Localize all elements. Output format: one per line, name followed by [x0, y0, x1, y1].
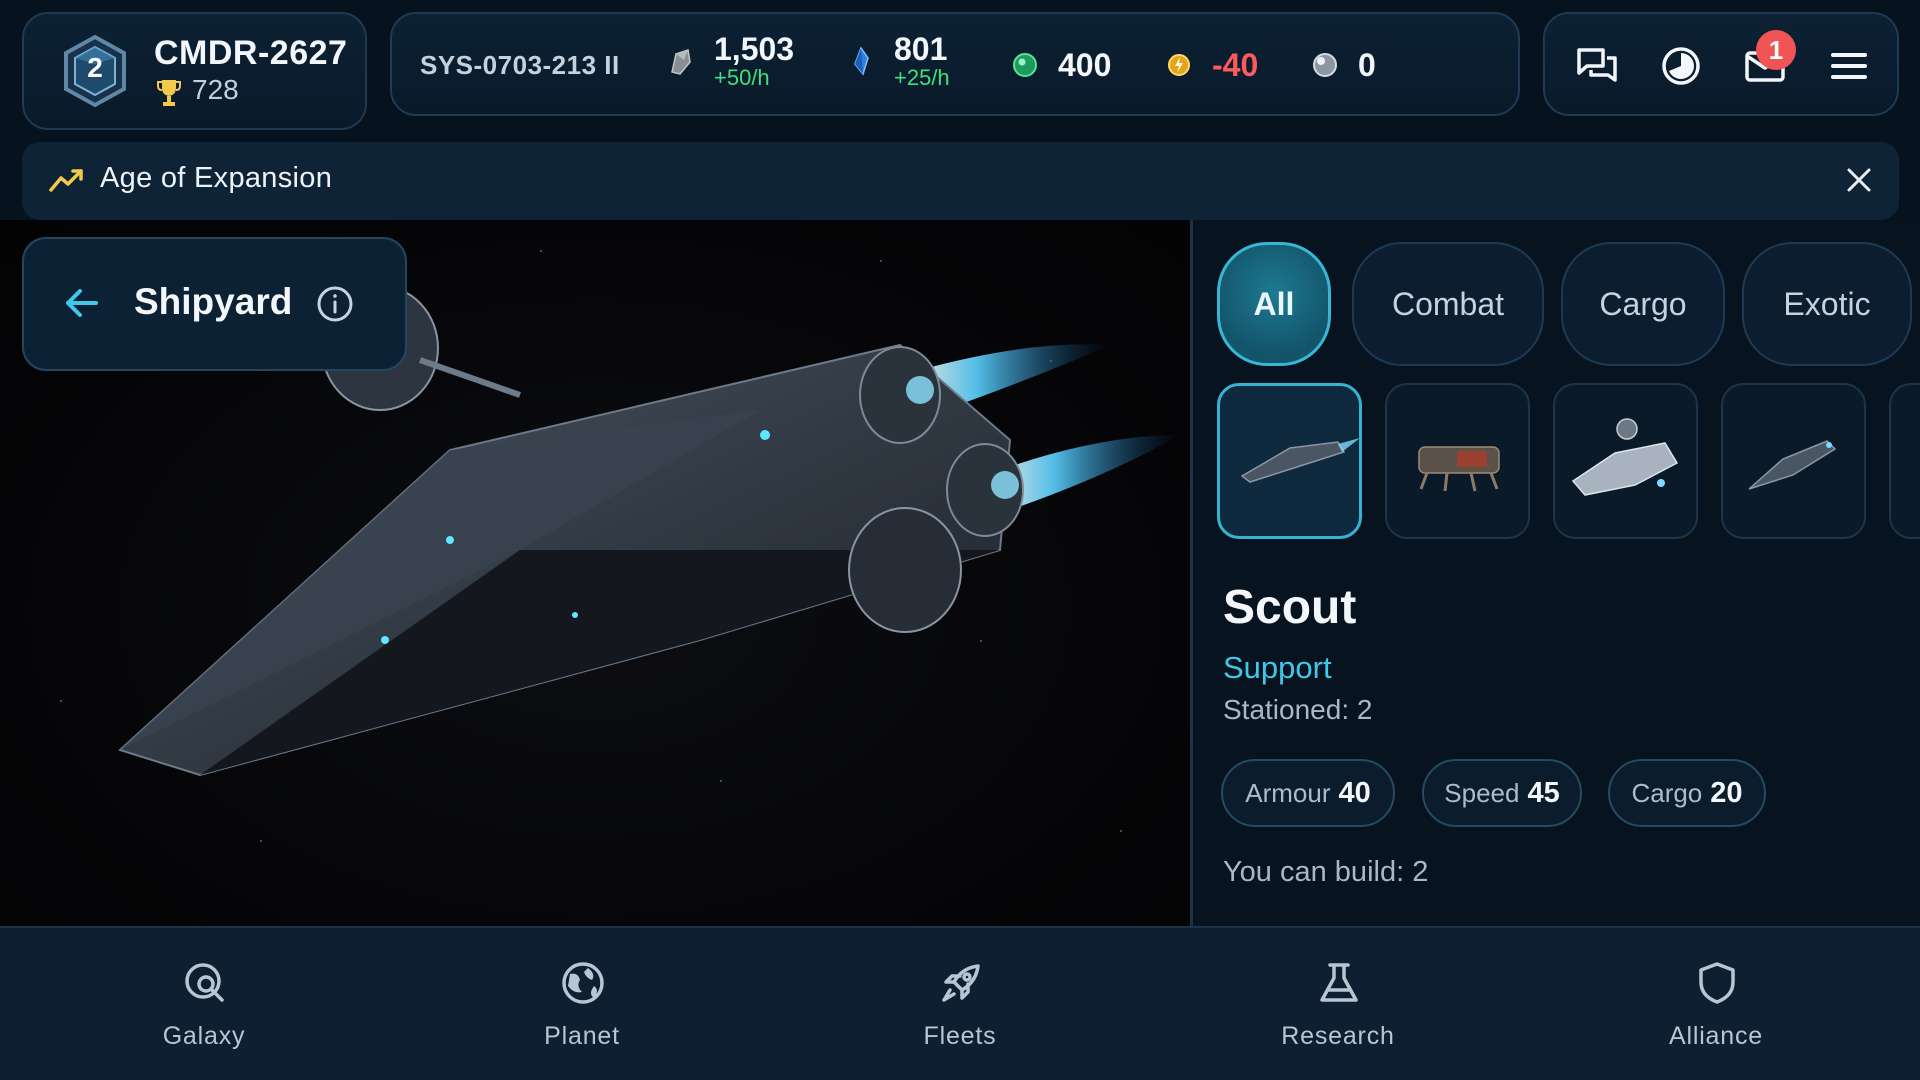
deuterium-value: 400 — [1058, 47, 1112, 83]
deuterium-icon — [1013, 53, 1037, 77]
metal-resource[interactable]: 1,503 +50/h — [666, 32, 794, 90]
premium-orb-icon — [1313, 53, 1337, 77]
player-name: CMDR-2627 — [154, 34, 348, 72]
ship-thumb-scout[interactable] — [1217, 383, 1362, 539]
metal-rate: +50/h — [714, 65, 770, 90]
nav-label: Research — [1281, 1022, 1395, 1050]
chat-button[interactable] — [1573, 42, 1621, 90]
premium-value: 0 — [1358, 47, 1376, 83]
stat-value: 45 — [1527, 776, 1560, 809]
crystal-resource[interactable]: 801 +25/h — [846, 32, 950, 90]
trend-up-icon — [49, 169, 83, 192]
close-icon — [1847, 168, 1871, 192]
shipyard-header: Shipyard — [22, 237, 407, 371]
rocket-icon — [942, 964, 980, 1002]
nav-alliance[interactable]: Alliance — [1626, 928, 1806, 1080]
crystal-value: 801 — [894, 31, 948, 67]
back-button[interactable] — [62, 283, 102, 323]
tab-exotic[interactable]: Exotic — [1742, 242, 1912, 366]
nav-galaxy[interactable]: Galaxy — [114, 928, 294, 1080]
tab-all[interactable]: All — [1217, 242, 1331, 366]
metal-value: 1,503 — [714, 31, 795, 67]
stat-value: 20 — [1710, 776, 1743, 809]
crystal-rate: +25/h — [894, 65, 950, 90]
ship-role: Support — [1223, 650, 1332, 685]
player-score: 728 — [192, 74, 239, 105]
ship-thumb-5[interactable] — [1889, 383, 1920, 539]
chat-icon — [1577, 48, 1617, 82]
nav-planet[interactable]: Planet — [492, 928, 672, 1080]
actions-card — [1543, 12, 1899, 116]
galaxy-search-icon — [185, 963, 224, 1002]
timer-button[interactable] — [1657, 42, 1705, 90]
stat-value: 40 — [1338, 776, 1371, 809]
trophy-icon — [157, 80, 181, 106]
ship-details-panel: All Combat Cargo Exotic Scout Support St… — [1193, 220, 1920, 926]
ship-name: Scout — [1223, 581, 1357, 634]
energy-value: -40 — [1212, 47, 1259, 83]
stat-label: Armour — [1245, 777, 1331, 808]
planet-icon — [562, 962, 604, 1004]
ship-thumb-2[interactable] — [1385, 383, 1530, 539]
player-card[interactable]: 2 CMDR-2627 728 — [22, 12, 367, 130]
tab-combat[interactable]: Combat — [1352, 242, 1544, 366]
crystal-icon — [854, 46, 869, 76]
close-banner-button[interactable] — [1839, 160, 1879, 200]
can-build-count: You can build: 2 — [1223, 856, 1429, 888]
stat-speed: Speed 45 — [1422, 759, 1582, 827]
era-banner[interactable]: Age of Expansion — [22, 142, 1899, 220]
nav-label: Galaxy — [162, 1022, 246, 1050]
scout-ship-icon — [1240, 438, 1359, 483]
current-system[interactable]: SYS-0703-213 II — [420, 50, 620, 81]
energy-icon — [1168, 54, 1190, 76]
nav-label: Fleets — [923, 1022, 997, 1050]
stat-armour: Armour 40 — [1221, 759, 1395, 827]
menu-icon — [1831, 53, 1867, 79]
page-title: Shipyard — [134, 281, 293, 322]
menu-button[interactable] — [1825, 42, 1873, 90]
system-name: SYS-0703-213 II — [420, 50, 620, 80]
transport-ship-icon — [1418, 446, 1500, 492]
timer-icon — [1662, 47, 1700, 85]
nav-fleets[interactable]: Fleets — [870, 928, 1050, 1080]
stat-label: Speed — [1444, 777, 1520, 808]
ship-thumb-3[interactable] — [1553, 383, 1698, 539]
info-icon — [317, 286, 353, 322]
energy-resource[interactable]: -40 — [1164, 48, 1258, 82]
nav-label: Alliance — [1669, 1022, 1763, 1050]
bottom-nav: Galaxy Planet Fleets Research Alliance — [0, 926, 1920, 1080]
stat-cargo: Cargo 20 — [1608, 759, 1766, 827]
cargo-ship-icon — [1571, 418, 1679, 496]
era-title: Age of Expansion — [100, 162, 333, 194]
notification-badge: 1 — [1756, 30, 1796, 70]
ship-thumb-4[interactable] — [1721, 383, 1866, 539]
tab-cargo[interactable]: Cargo — [1561, 242, 1725, 366]
arrow-left-icon — [66, 289, 98, 317]
stat-label: Cargo — [1631, 777, 1703, 808]
ship-stationed: Stationed: 2 — [1223, 694, 1373, 725]
deuterium-resource[interactable]: 400 — [1010, 48, 1111, 82]
nav-label: Planet — [544, 1022, 620, 1050]
flask-icon — [1320, 963, 1358, 1002]
fighter-ship-icon — [1748, 440, 1837, 490]
resource-bar: SYS-0703-213 II 1,503 +50/h 801 +25/h 40… — [390, 12, 1520, 116]
shield-icon — [1699, 962, 1735, 1004]
nav-research[interactable]: Research — [1248, 928, 1428, 1080]
metal-ore-icon — [671, 49, 691, 75]
rank-number: 2 — [87, 52, 103, 83]
premium-resource[interactable]: 0 — [1310, 48, 1376, 82]
info-button[interactable] — [316, 285, 354, 323]
